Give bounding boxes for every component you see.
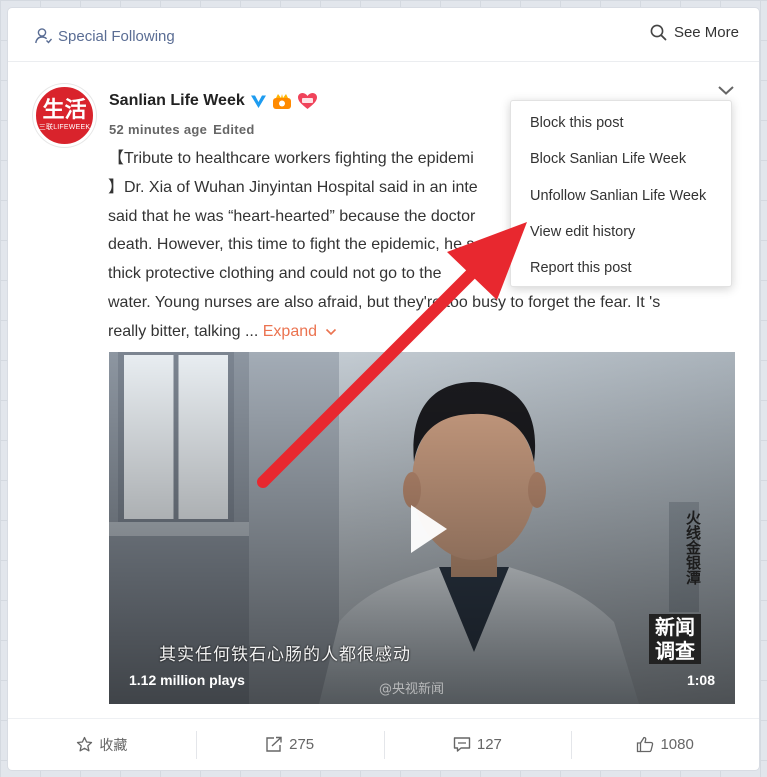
annotation-arrow xyxy=(257,222,527,488)
